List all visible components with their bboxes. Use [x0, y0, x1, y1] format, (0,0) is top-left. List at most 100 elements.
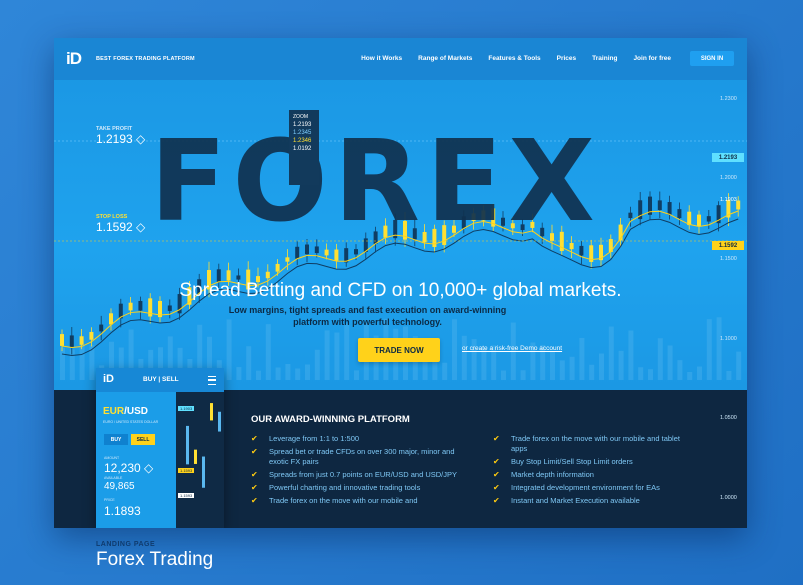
price-value: 1.1893	[104, 504, 141, 518]
axis-label: 1.1500	[720, 256, 737, 262]
feature-item: Trade forex on the move with our mobile …	[493, 434, 693, 454]
available-value: 49,865	[104, 481, 135, 492]
price-tag-up: 1.2193	[712, 153, 744, 162]
candle	[628, 212, 633, 219]
volume-bar	[677, 360, 683, 380]
mini-tag-3: 1.1593	[178, 493, 195, 498]
amount-value[interactable]: 12,230 ◇	[104, 461, 153, 475]
sign-in-button[interactable]: SIGN IN	[690, 51, 734, 66]
price-tag-down: 1.1592	[712, 241, 744, 250]
nav-prices[interactable]: Prices	[557, 55, 577, 62]
take-profit-block[interactable]: TAKE PROFIT 1.2193 ◇	[96, 126, 145, 146]
zoom-panel[interactable]: ZOOM 1.2193 1.2345 1.2346 1.0192	[289, 110, 319, 185]
mobile-buy-button[interactable]: BUY	[104, 434, 128, 445]
mobile-buy-sell-toggle[interactable]: BUY | SELL	[143, 376, 179, 383]
stop-loss-value: 1.1592 ◇	[96, 220, 146, 234]
volume-bar	[79, 344, 85, 380]
mobile-sell-button[interactable]: SELL	[131, 434, 155, 445]
zoom-value-3: 1.2346	[293, 138, 312, 144]
menu-icon[interactable]	[208, 376, 216, 385]
axis-label: 1.2300	[720, 96, 737, 102]
zoom-value-2: 1.2345	[293, 130, 312, 136]
nav-range-of-markets[interactable]: Range of Markets	[418, 55, 472, 62]
hero-section: FOREX iD BEST FOREX TRADING PLATFORM How…	[54, 38, 747, 390]
amount-label: AMOUNT	[104, 456, 120, 460]
volume-bar	[314, 349, 320, 380]
trade-now-button[interactable]: TRADE NOW	[358, 338, 440, 362]
nav-features-tools[interactable]: Features & Tools	[488, 55, 540, 62]
volume-bar	[60, 347, 65, 380]
candle	[236, 275, 241, 280]
volume-bar	[265, 324, 271, 380]
volume-bar	[442, 362, 448, 380]
pair-quote: /USD	[124, 406, 149, 417]
mini-candle	[218, 411, 221, 432]
candle	[69, 335, 74, 348]
axis-label: 1.1903	[720, 197, 737, 203]
mini-candle	[194, 449, 197, 464]
mobile-header: iD BUY | SELL	[96, 368, 224, 392]
feature-list-left: Leverage from 1:1 to 1:500 Spread bet or…	[251, 434, 461, 509]
volume-bar	[608, 326, 614, 380]
hero-headline: Spread Betting and CFD on 10,000+ global…	[179, 280, 622, 301]
candle	[79, 336, 84, 345]
nav-join-for-free[interactable]: Join for free	[633, 55, 671, 62]
nav-training[interactable]: Training	[592, 55, 617, 62]
zoom-label: ZOOM	[293, 114, 308, 120]
landing-page-frame: FOREX iD BEST FOREX TRADING PLATFORM How…	[54, 38, 747, 528]
demo-account-link[interactable]: or create a risk-free Demo account	[462, 345, 562, 352]
candle	[657, 200, 662, 211]
volume-bar	[687, 371, 693, 380]
caption-title: Forex Trading	[96, 549, 214, 570]
mini-candle	[210, 403, 213, 421]
volume-bar	[354, 370, 359, 380]
volume-bar	[236, 367, 242, 380]
caption-kicker: LANDING PAGE	[96, 541, 156, 548]
volume-bar	[452, 319, 457, 380]
volume-bar	[706, 319, 712, 380]
feature-item: Powerful charting and innovative trading…	[251, 483, 461, 493]
volume-bar	[599, 353, 604, 380]
candle	[706, 216, 711, 222]
mini-candle	[202, 456, 205, 488]
axis-label: 1.0500	[720, 415, 737, 421]
volume-bar	[285, 363, 291, 380]
mini-tag-2: 1.1593	[178, 468, 195, 473]
volume-bar	[628, 330, 634, 380]
candle	[579, 245, 584, 256]
volume-bar	[344, 323, 350, 380]
volume-bar	[256, 370, 261, 380]
volume-bar	[736, 351, 742, 380]
feature-item: Market depth information	[493, 470, 693, 480]
volume-bar	[589, 364, 595, 380]
currency-pair-subtitle: EURO / UNITED STATES DOLLAR	[103, 420, 159, 424]
brand-logo[interactable]: iD	[66, 49, 82, 69]
volume-bar	[648, 369, 653, 380]
volume-bar	[481, 349, 487, 380]
candle	[324, 249, 329, 256]
volume-bar	[324, 330, 330, 380]
volume-bar	[618, 350, 624, 380]
candle	[677, 209, 682, 219]
top-nav: iD BEST FOREX TRADING PLATFORM How it Wo…	[54, 38, 747, 80]
candle	[687, 211, 692, 226]
axis-label: 1.2000	[720, 175, 737, 181]
candle	[265, 271, 270, 279]
hero-subtitle: Low margins, tight spreads and fast exec…	[54, 304, 681, 328]
candle	[275, 263, 280, 272]
candle	[60, 334, 64, 346]
mobile-logo[interactable]: iD	[103, 373, 114, 385]
nav-how-it-works[interactable]: How it Works	[361, 55, 402, 62]
volume-bar	[697, 366, 702, 380]
feature-item: Instant and Market Execution available	[493, 496, 693, 506]
mobile-trade-panel: EUR/USD EURO / UNITED STATES DOLLAR BUY …	[96, 392, 176, 528]
mini-tag-1: 1.1903	[178, 406, 195, 411]
volume-bar	[726, 370, 732, 380]
mini-candle	[186, 425, 189, 465]
axis-label: 1.0000	[720, 495, 737, 501]
stop-loss-block[interactable]: STOP LOSS 1.1592 ◇	[96, 214, 145, 234]
take-profit-value: 1.2193 ◇	[96, 132, 146, 146]
zoom-value-1: 1.2193	[293, 122, 312, 128]
volume-bar	[559, 360, 565, 380]
feature-item: Leverage from 1:1 to 1:500	[251, 434, 461, 444]
